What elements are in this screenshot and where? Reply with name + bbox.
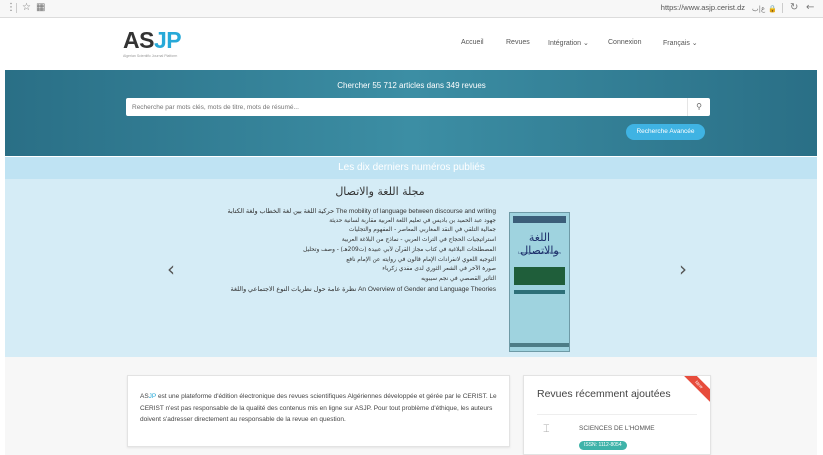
article-link[interactable]: المصطلحات البلاغية في كتاب مجاز القرآن ل… — [180, 246, 496, 256]
cover-subtitle: Langage & Communication — [518, 251, 561, 255]
lock-icon: 🔒 — [768, 5, 777, 13]
recent-journal-item[interactable]: ⌶ SCIENCES DE L'HOMME ISSN: 1112-8054 — [537, 414, 697, 454]
language-icon[interactable]: ع|ب — [752, 3, 765, 15]
issn-badge: ISSN: 1112-8054 — [579, 441, 627, 450]
journal-title[interactable]: مجلة اللغة والاتصال — [290, 185, 470, 198]
carousel-next-icon[interactable]: › — [679, 257, 687, 281]
nav-integration[interactable]: Intégration ⌄ — [548, 39, 589, 47]
about-text: ASJP est une plateforme d'édition électr… — [140, 391, 498, 426]
search-title: Chercher 55 712 articles dans 349 revues — [337, 81, 486, 90]
article-link[interactable]: An Overview of Gender and Language Theor… — [180, 285, 496, 295]
toolbar-divider — [16, 3, 17, 13]
cover-footer-strip — [510, 343, 569, 347]
about-brand-as: AS — [140, 393, 149, 400]
nav-revues[interactable]: Revues — [506, 39, 530, 46]
latest-issues-title: Les dix derniers numéros publiés — [338, 162, 485, 173]
article-link[interactable]: استراتيجيات الحجاج في التراث العربي - نم… — [180, 236, 496, 246]
cover-band — [514, 290, 565, 294]
cover-header-strip — [513, 216, 566, 223]
article-link[interactable]: التأثير القصصي في نجم سيبويه — [180, 275, 496, 285]
extension-icon[interactable]: ▦ — [36, 2, 45, 14]
logo-as: AS — [123, 27, 154, 53]
article-link[interactable]: صورة الآخر في الشعر الثوري لدى مفدي زكري… — [180, 265, 496, 275]
site-logo[interactable]: ASJP — [123, 27, 182, 53]
journal-cover-image[interactable]: اللغة والاتصال Langage & Communication — [509, 212, 570, 352]
browser-menu-icon[interactable]: ⋮ — [6, 2, 16, 14]
article-link[interactable]: جمالية التلقي في النقد المغاربي المعاصر … — [180, 226, 496, 236]
address-bar-url[interactable]: https://www.asjp.cerist.dz — [661, 3, 745, 12]
nav-connexion[interactable]: Connexion — [608, 39, 641, 46]
article-list: The mobility of language between discour… — [180, 207, 496, 294]
browser-toolbar: ⋮ ☆ ▦ https://www.asjp.cerist.dz ع|ب 🔒 ↻… — [0, 0, 823, 18]
article-link[interactable]: The mobility of language between discour… — [180, 207, 496, 217]
nav-accueil[interactable]: Accueil — [461, 39, 484, 46]
search-icon[interactable]: ⚲ — [687, 98, 710, 116]
site-header: ASJP Algerian Scientific Journal Platfor… — [0, 18, 823, 70]
article-link[interactable]: التوجيه اللغوي لانفرادات الإمام قالون في… — [180, 256, 496, 266]
nav-language[interactable]: Français ⌄ — [663, 39, 698, 47]
article-link[interactable]: جهود عبد الحميد بن باديس في تعليم اللغة … — [180, 217, 496, 227]
new-ribbon: New — [676, 376, 710, 407]
journal-icon: ⌶ — [543, 422, 550, 435]
refresh-icon[interactable]: ↻ — [790, 2, 798, 14]
carousel-prev-icon[interactable]: ‹ — [167, 257, 175, 281]
search-input[interactable] — [126, 98, 687, 116]
recent-journals-card: Revues récemment ajoutées New ⌶ SCIENCES… — [523, 375, 711, 455]
logo-jp: JP — [153, 27, 182, 53]
cover-band — [514, 267, 565, 285]
recent-journals-title: Revues récemment ajoutées — [537, 388, 671, 400]
advanced-search-button[interactable]: Recherche Avancée — [626, 124, 705, 140]
back-arrow-icon[interactable]: ← — [806, 2, 814, 14]
toolbar-divider — [782, 3, 783, 13]
recent-journal-name[interactable]: SCIENCES DE L'HOMME — [579, 425, 655, 432]
logo-tagline: Algerian Scientific Journal Platform — [123, 54, 178, 58]
bookmark-star-icon[interactable]: ☆ — [22, 2, 31, 14]
about-card: ASJP est une plateforme d'édition électr… — [127, 375, 510, 447]
about-body: est une plateforme d'édition électroniqu… — [140, 393, 497, 423]
